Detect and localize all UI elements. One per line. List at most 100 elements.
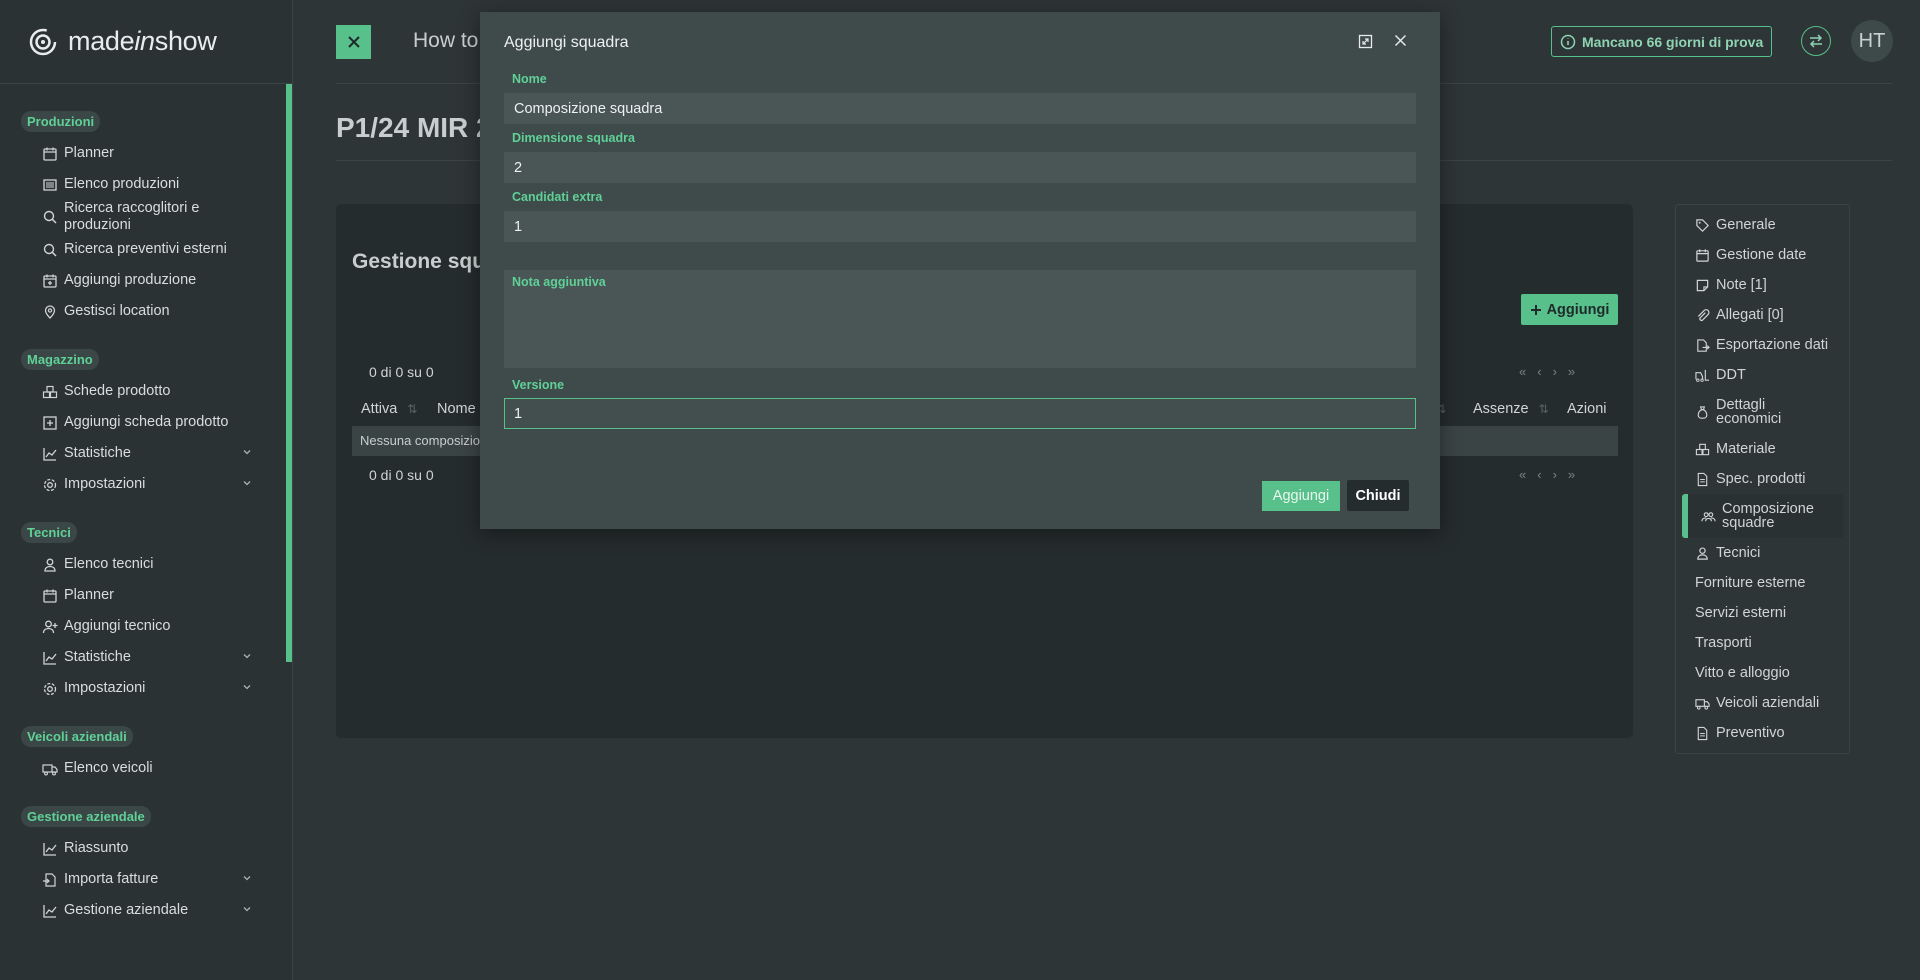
- first-page-button[interactable]: «: [1519, 364, 1526, 379]
- section-nav-item[interactable]: Allegati [0]: [1676, 300, 1849, 330]
- dialog-close-text-button[interactable]: Chiudi: [1347, 480, 1409, 511]
- sidebar-item[interactable]: Planner: [0, 580, 292, 611]
- sidebar-group: Magazzino Schede prodotto Aggiungi scheda …: [0, 349, 292, 500]
- sidebar-item[interactable]: Statistiche: [0, 642, 292, 673]
- section-nav-item[interactable]: Vitto e alloggio: [1676, 658, 1849, 688]
- switch-company-button[interactable]: [1801, 26, 1831, 56]
- sidebar-item[interactable]: Aggiungi tecnico: [0, 611, 292, 642]
- sidebar-item-label: Schede prodotto: [64, 383, 171, 399]
- trial-text: Mancano 66 giorni di prova: [1582, 33, 1764, 50]
- column-active[interactable]: Attiva ⇅: [361, 401, 417, 417]
- sidebar-item[interactable]: Riassunto: [0, 833, 292, 864]
- sidebar-group: Produzioni Planner Elenco produzioni Ricerc…: [0, 111, 292, 327]
- team-size-field[interactable]: 2: [504, 152, 1416, 183]
- section-nav-item[interactable]: Esportazione dati: [1676, 330, 1849, 360]
- additional-note-textarea[interactable]: [504, 270, 1416, 368]
- section-nav-label: DDT: [1716, 367, 1746, 383]
- plus-square-icon: [43, 415, 57, 430]
- section-nav-item[interactable]: Veicoli aziendali: [1676, 688, 1849, 718]
- section-nav-item[interactable]: Generale: [1676, 210, 1849, 240]
- section-nav-item[interactable]: Preventivo: [1676, 718, 1849, 748]
- gear-icon: [43, 682, 57, 695]
- close-production-button[interactable]: [336, 25, 371, 59]
- column-absences[interactable]: Assenze ⇅: [1473, 401, 1549, 417]
- section-nav-item[interactable]: Composizione squadre: [1682, 494, 1843, 538]
- sidebar-item[interactable]: Importa fatture: [0, 864, 292, 895]
- section-nav-item[interactable]: Servizi esterni: [1676, 598, 1849, 628]
- sidebar-item-label: Elenco tecnici: [64, 556, 154, 572]
- chevron-down-icon: [243, 654, 251, 659]
- search-icon: [43, 210, 57, 224]
- section-nav-item[interactable]: Materiale: [1676, 434, 1849, 464]
- sidebar-item[interactable]: Schede prodotto: [0, 376, 292, 407]
- chart-icon: [43, 447, 57, 461]
- sidebar-item[interactable]: Impostazioni: [0, 469, 292, 500]
- team-size-label: Dimensione squadra: [512, 131, 635, 145]
- sidebar-item-label: Impostazioni: [64, 680, 146, 696]
- avatar[interactable]: HT: [1851, 20, 1893, 62]
- maximize-icon: [1358, 34, 1373, 49]
- sidebar-item[interactable]: Elenco tecnici: [0, 549, 292, 580]
- first-page-button[interactable]: «: [1519, 467, 1526, 482]
- sidebar-item[interactable]: Planner: [0, 138, 292, 169]
- logo-icon: [29, 28, 57, 55]
- sort-icon: ⇅: [1538, 402, 1549, 416]
- version-field[interactable]: 1: [504, 398, 1416, 429]
- calendar-icon: [43, 147, 57, 161]
- sidebar-item[interactable]: Impostazioni: [0, 673, 292, 704]
- dialog-close-button[interactable]: [1394, 34, 1407, 52]
- chevron-down-icon: [243, 481, 251, 486]
- sidebar-item[interactable]: Aggiungi scheda prodotto: [0, 407, 292, 438]
- sort-icon: ⇅: [407, 402, 418, 416]
- section-nav-label: Generale: [1716, 217, 1776, 233]
- prev-page-button[interactable]: ‹: [1537, 467, 1541, 482]
- sidebar-item-label: Elenco veicoli: [64, 760, 153, 776]
- section-nav-item[interactable]: Tecnici: [1676, 538, 1849, 568]
- last-page-button[interactable]: »: [1568, 467, 1575, 482]
- chart-icon: [43, 904, 57, 918]
- sidebar-item-label: Ricerca preventivi esterni: [64, 241, 227, 257]
- column-name[interactable]: Nome: [437, 401, 476, 417]
- section-nav-item[interactable]: Trasporti: [1676, 628, 1849, 658]
- extra-candidates-field[interactable]: 1: [504, 211, 1416, 242]
- section-nav-item[interactable]: Forniture esterne: [1676, 568, 1849, 598]
- section-nav-item[interactable]: Gestione date: [1676, 240, 1849, 270]
- sidebar-group: Veicoli aziendali Elenco veicoli: [0, 726, 292, 784]
- sidebar-item-label: Planner: [64, 587, 114, 603]
- extra-candidates-label: Candidati extra: [512, 190, 603, 204]
- topbar-title: How to: [413, 29, 479, 52]
- sidebar-item[interactable]: Ricerca raccoglitori e produzioni: [0, 200, 292, 234]
- sidebar-item[interactable]: Ricerca preventivi esterni: [0, 234, 292, 265]
- sidebar-item[interactable]: Statistiche: [0, 438, 292, 469]
- brand[interactable]: madeinshow: [0, 0, 292, 84]
- sidebar-item[interactable]: Gestisci location: [0, 296, 292, 327]
- add-team-button[interactable]: Aggiungi: [1521, 294, 1618, 325]
- section-nav-item[interactable]: DDT: [1676, 360, 1849, 390]
- sidebar-item[interactable]: Gestione aziendale: [0, 895, 292, 926]
- sidebar-item[interactable]: Elenco veicoli: [0, 753, 292, 784]
- sidebar-item[interactable]: Elenco produzioni: [0, 169, 292, 200]
- version-label: Versione: [512, 378, 565, 392]
- last-page-button[interactable]: »: [1568, 364, 1575, 379]
- maximize-button[interactable]: [1358, 34, 1373, 54]
- trial-badge[interactable]: Mancano 66 giorni di prova: [1551, 26, 1773, 57]
- section-nav-item[interactable]: Spec. prodotti: [1676, 464, 1849, 494]
- section-nav-item[interactable]: Note [1]: [1676, 270, 1849, 300]
- sidebar-group-title: Gestione aziendale: [21, 806, 151, 827]
- name-field[interactable]: Composizione squadra: [504, 93, 1416, 124]
- users-icon: [1701, 511, 1716, 521]
- section-nav-label: Allegati [0]: [1716, 307, 1784, 323]
- paperclip-icon: [1697, 308, 1710, 321]
- dialog-add-button[interactable]: Aggiungi: [1262, 481, 1340, 511]
- prev-page-button[interactable]: ‹: [1537, 364, 1541, 379]
- section-nav-item[interactable]: Dettagli economici: [1676, 390, 1849, 434]
- section-nav-label: Tecnici: [1716, 545, 1761, 561]
- sidebar-item[interactable]: Aggiungi produzione: [0, 265, 292, 296]
- production-sections-nav: Generale Gestione date Note [1] Allegati [0…: [1675, 204, 1850, 754]
- dialog-title: Aggiungi squadra: [504, 34, 629, 51]
- next-page-button[interactable]: ›: [1553, 364, 1557, 379]
- sidebar-group-title: Magazzino: [21, 349, 99, 370]
- next-page-button[interactable]: ›: [1553, 467, 1557, 482]
- column-actions: Azioni: [1567, 401, 1607, 417]
- info-icon: [1560, 34, 1576, 49]
